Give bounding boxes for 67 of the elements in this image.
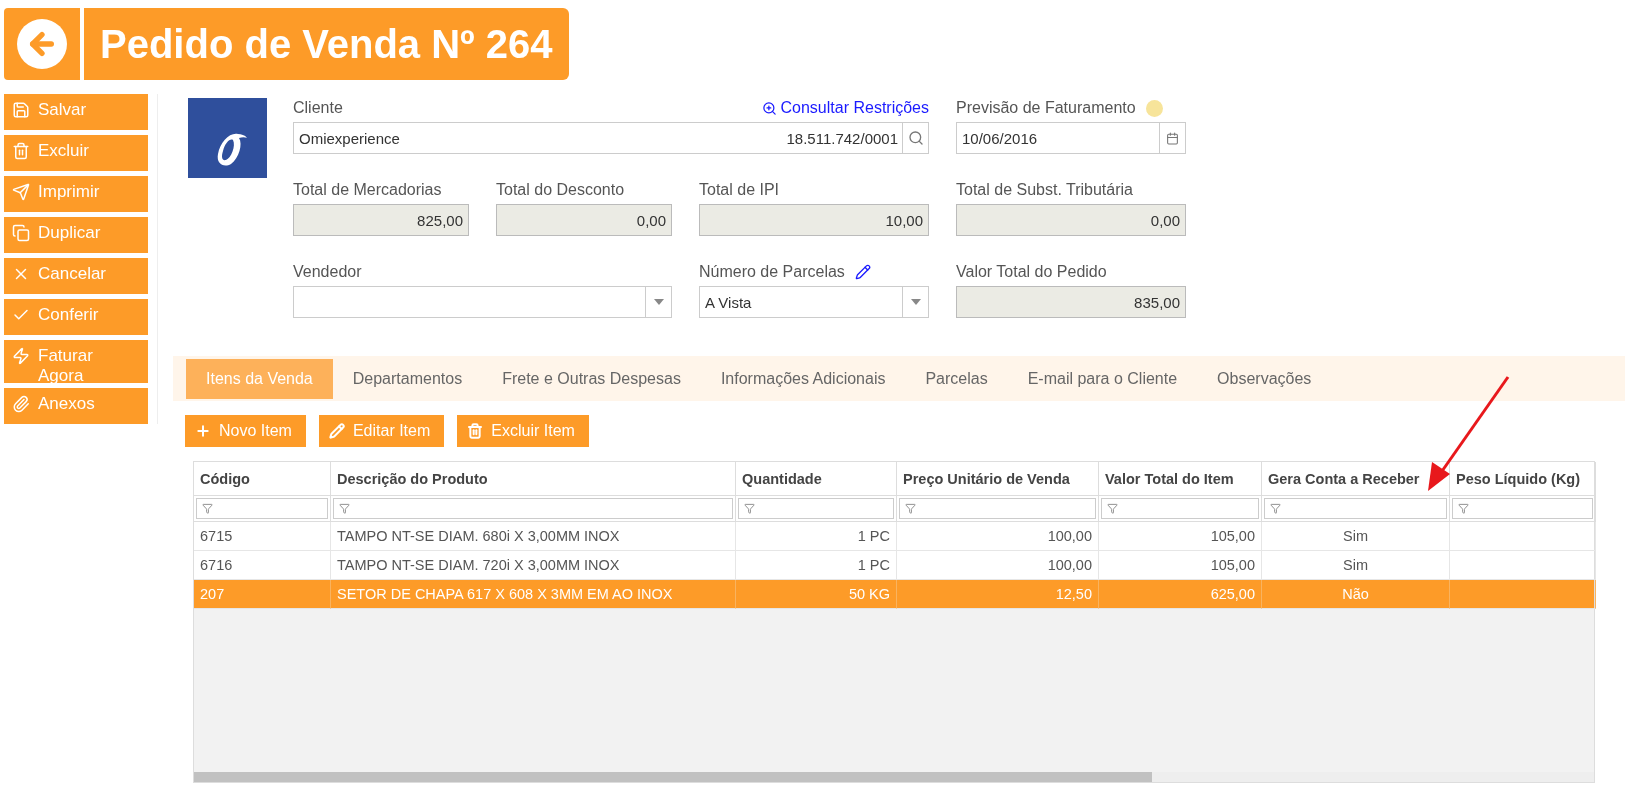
field-label: Valor Total do Pedido <box>956 263 1107 281</box>
dropdown-caret-icon[interactable] <box>910 299 921 305</box>
back-button[interactable] <box>4 8 80 80</box>
filter-field[interactable] <box>1264 498 1447 519</box>
field-label: Previsão de Faturamento <box>956 99 1136 117</box>
filter-icon <box>744 503 755 514</box>
filter-icon <box>1458 503 1469 514</box>
client-field[interactable]: Omiexperience 18.511.742/0001 <box>293 122 929 154</box>
table-row[interactable]: 6716 TAMPO NT-SE DIAM. 720i X 3,00MM INOX 1 PC 100,00 105,00 Sim <box>194 551 1594 580</box>
client-document: 18.511.742/0001 <box>786 129 899 147</box>
client-name: Omiexperience <box>298 129 401 147</box>
tab[interactable]: Departamentos <box>332 359 483 399</box>
field-label: Vendedor <box>293 263 362 281</box>
lightning-icon <box>12 347 30 365</box>
readonly-field: 825,00 <box>293 204 469 236</box>
filter-field[interactable] <box>196 498 328 519</box>
table-cell: 207 <box>194 580 331 609</box>
table-row[interactable]: 6715 TAMPO NT-SE DIAM. 680i X 3,00MM INOX 1 PC 100,00 105,00 Sim <box>194 522 1594 551</box>
dropdown-caret-icon[interactable] <box>653 299 664 305</box>
trash-icon <box>12 142 30 160</box>
pencil-icon[interactable] <box>854 264 871 280</box>
table-cell: Não <box>1262 580 1450 609</box>
table-cell: 625,00 <box>1099 580 1262 609</box>
calendar-icon[interactable] <box>1166 131 1179 145</box>
copy-icon <box>12 224 30 242</box>
seller-dropdown[interactable] <box>293 286 672 318</box>
filter-icon <box>202 503 213 514</box>
filter-icon <box>1270 503 1281 514</box>
field-label: Total do Desconto <box>496 181 625 199</box>
filter-field[interactable] <box>333 498 733 519</box>
date-field[interactable]: 10/06/2016 <box>956 122 1186 154</box>
filter-field[interactable] <box>1101 498 1259 519</box>
paper-plane-icon <box>12 183 30 201</box>
trash-icon <box>467 423 484 439</box>
field-label: Total de IPI <box>699 181 780 199</box>
scrollbar-thumb[interactable] <box>194 772 1152 782</box>
pencil-icon <box>328 423 345 439</box>
plus-icon <box>195 423 211 439</box>
readonly-field: 835,00 <box>956 286 1186 318</box>
field-label: Total de Mercadorias <box>293 181 442 199</box>
field-label: Total de Subst. Tributária <box>956 181 1133 199</box>
tab[interactable]: Frete e Outras Despesas <box>482 359 701 399</box>
filter-icon <box>905 503 916 514</box>
tab[interactable]: Informações Adicionais <box>700 359 906 399</box>
field-label: Cliente <box>293 99 343 117</box>
installments-dropdown[interactable]: A Vista <box>699 286 929 318</box>
filter-field[interactable] <box>1452 498 1593 519</box>
readonly-field: 0,00 <box>496 204 672 236</box>
status-dot <box>1145 99 1163 117</box>
filter-field[interactable] <box>899 498 1096 519</box>
filter-icon <box>1107 503 1118 514</box>
readonly-field: 0,00 <box>956 204 1186 236</box>
filter-icon <box>339 503 350 514</box>
zoom-in-icon <box>761 100 777 116</box>
page-title: Pedido de Venda Nº 264 <box>84 8 569 80</box>
tab[interactable]: Observações <box>1197 359 1332 399</box>
table-cell: SETOR DE CHAPA 617 X 608 X 3MM EM AO INOX <box>331 580 736 609</box>
field-label: Número de Parcelas <box>699 263 845 281</box>
search-icon[interactable] <box>907 130 924 146</box>
table-cell: 50 KG <box>736 580 897 609</box>
paperclip-icon <box>12 395 30 413</box>
readonly-field: 10,00 <box>699 204 929 236</box>
tab[interactable]: E-mail para o Cliente <box>1007 359 1198 399</box>
table-cell: 12,50 <box>897 580 1099 609</box>
tab[interactable]: Parcelas <box>905 359 1008 399</box>
filter-field[interactable] <box>738 498 894 519</box>
consult-restrictions-link[interactable]: Consultar Restrições <box>761 99 929 117</box>
